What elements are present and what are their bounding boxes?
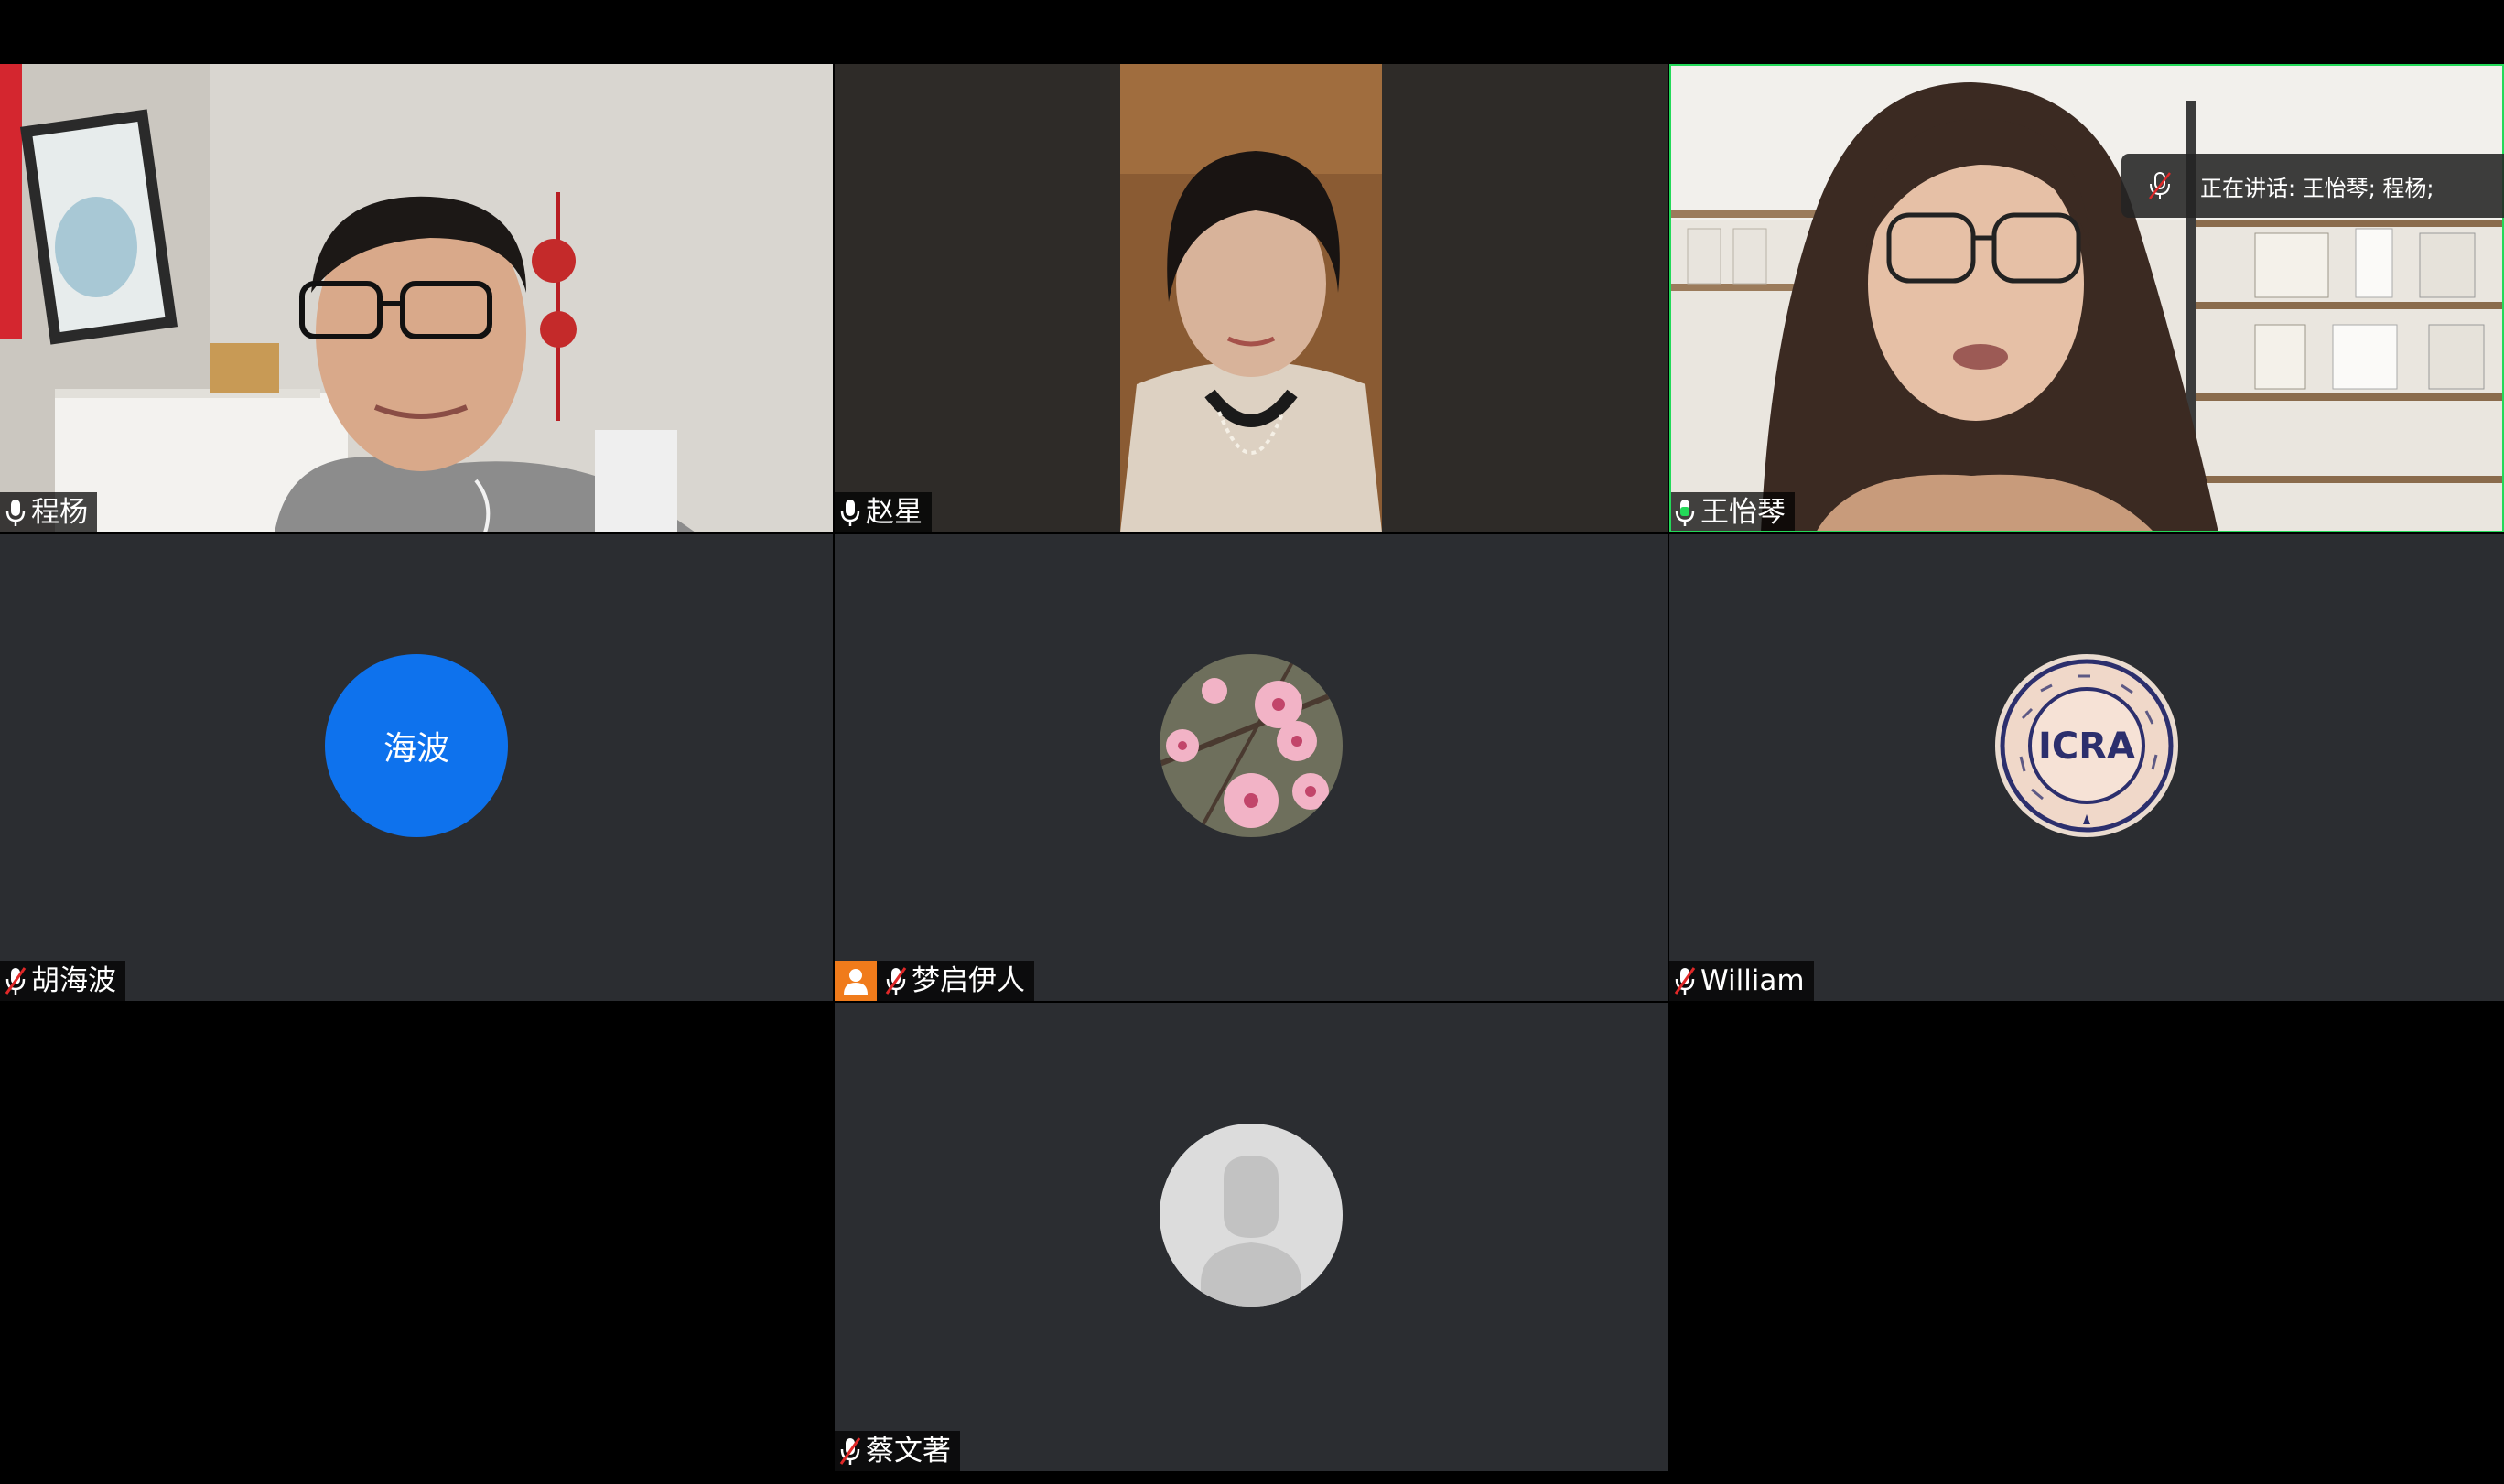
- participant-tile-mengqiyiren[interactable]: 梦启伊人: [835, 534, 1668, 1001]
- avatar: [1160, 654, 1343, 837]
- person-icon: [844, 969, 868, 995]
- participant-name-label: 梦启伊人: [835, 961, 1034, 1001]
- participant-name: 蔡文著: [866, 1435, 951, 1468]
- participant-name: 胡海波: [31, 964, 116, 997]
- video-tile-wangyiqin[interactable]: 王怡琴: [1669, 64, 2504, 532]
- participant-name-label: 王怡琴: [1669, 492, 1795, 532]
- microphone-muted-icon: [5, 967, 27, 995]
- participant-name-label: 蔡文著: [835, 1431, 960, 1471]
- participant-name: 王怡琴: [1700, 496, 1786, 529]
- participant-name-label: William: [1669, 961, 1814, 1001]
- participant-name-label: 赵星: [835, 492, 932, 532]
- participant-tile-caiwenzhu[interactable]: 蔡文著: [835, 1003, 1668, 1471]
- participant-video-feed: [1669, 64, 2504, 532]
- avatar-flower-image: [1160, 654, 1343, 837]
- participant-name: 梦启伊人: [912, 964, 1025, 997]
- participant-video-feed: [0, 64, 833, 532]
- default-user-icon: [1160, 1124, 1343, 1307]
- video-tile-zhaoxing[interactable]: 赵星: [835, 64, 1668, 532]
- participant-name-label: 胡海波: [0, 961, 125, 1001]
- microphone-muted-icon: [885, 967, 907, 995]
- host-badge: [835, 961, 877, 1001]
- microphone-muted-icon: [1674, 967, 1696, 995]
- avatar: ICRA: [1995, 654, 2178, 837]
- avatar-initials: 海波: [383, 730, 449, 768]
- icra-logo-text: ICRA: [2038, 726, 2135, 768]
- microphone-icon: [840, 500, 860, 526]
- participant-tile-william[interactable]: ICRA William: [1669, 534, 2504, 1001]
- participant-tile-huhaibo[interactable]: 海波 胡海波: [0, 534, 833, 1001]
- participant-name: 赵星: [866, 496, 923, 529]
- participant-video-feed: [835, 64, 1668, 532]
- participant-name: William: [1700, 964, 1805, 997]
- speaking-indicator-banner: 正在讲话: 王怡琴; 程杨;: [2121, 154, 2504, 218]
- speaker-audio-icon: [2149, 172, 2171, 199]
- participant-name: 程杨: [31, 496, 88, 529]
- video-tile-chengyang[interactable]: 程杨: [0, 64, 833, 532]
- participant-name-label: 程杨: [0, 492, 97, 532]
- avatar-icra-logo: ICRA: [1995, 654, 2178, 837]
- microphone-muted-icon: [839, 1437, 861, 1465]
- avatar: 海波: [325, 654, 508, 837]
- microphone-active-icon: [1675, 500, 1695, 526]
- avatar: [1160, 1124, 1343, 1307]
- microphone-icon: [5, 500, 26, 526]
- speaking-indicator-text: 正在讲话: 王怡琴; 程杨;: [2200, 175, 2434, 201]
